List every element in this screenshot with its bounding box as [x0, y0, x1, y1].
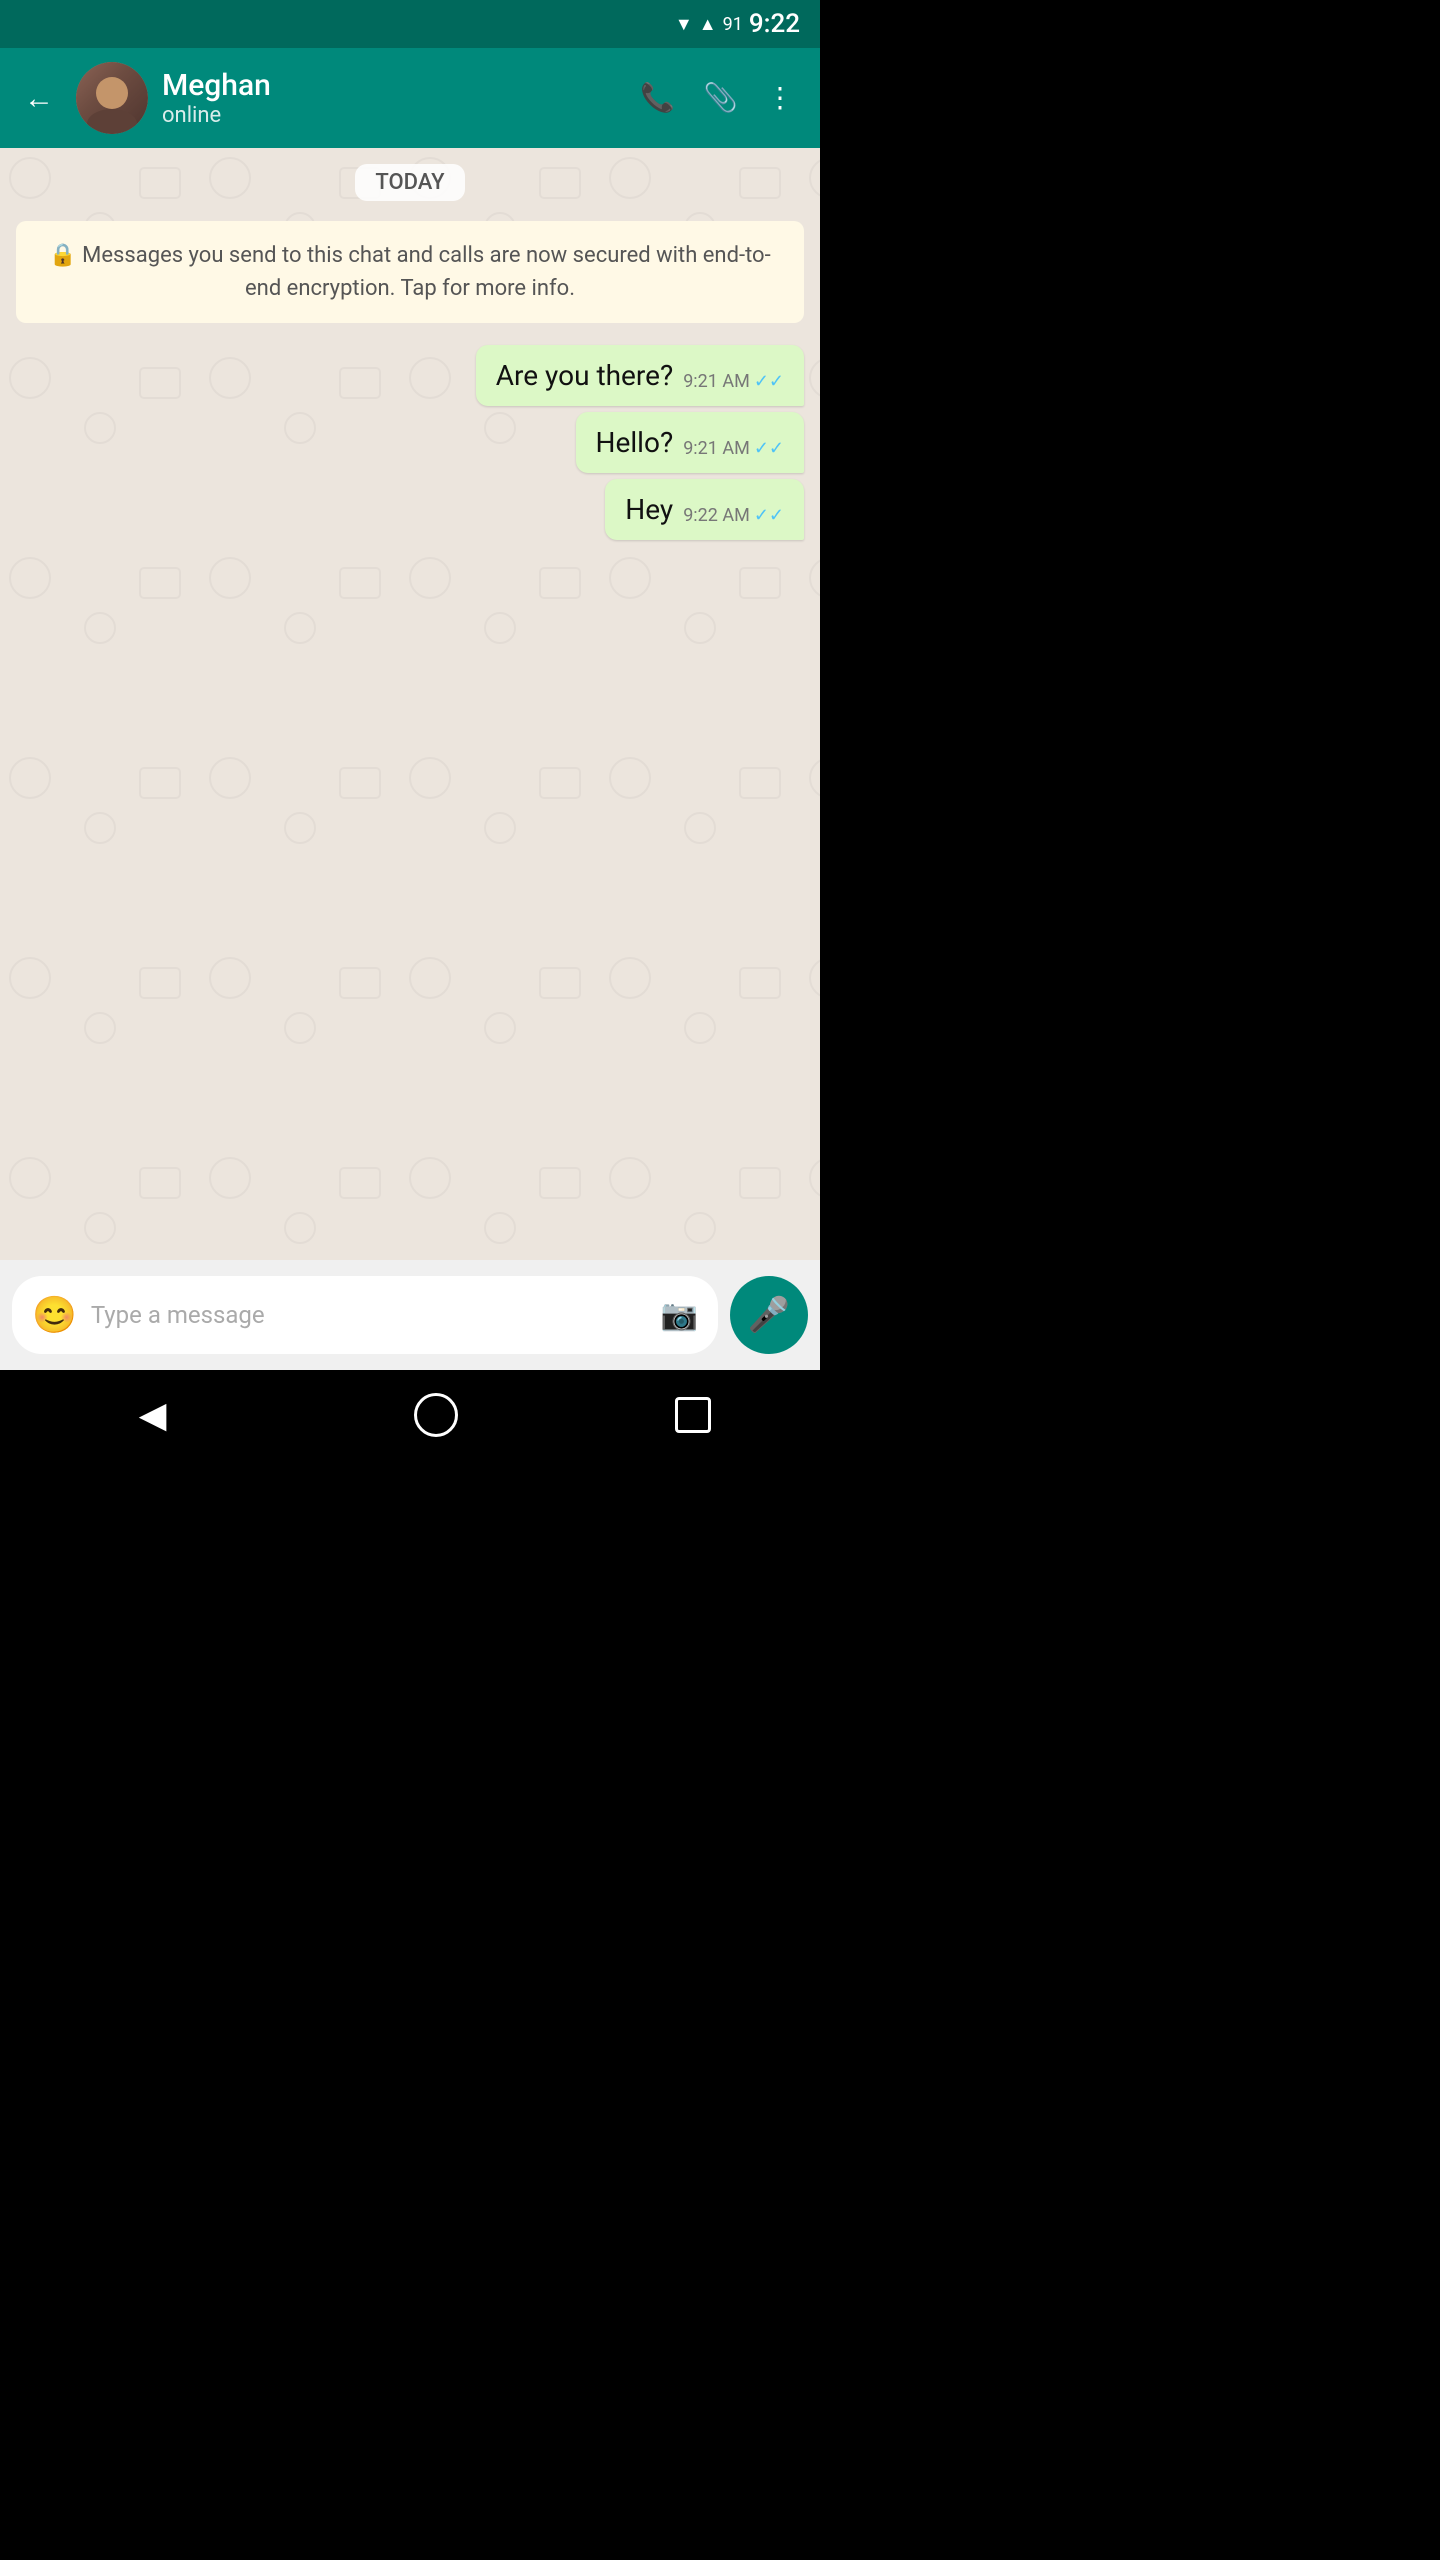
chat-area: TODAY 🔒 Messages you send to this chat a…: [0, 148, 820, 1260]
message-time: 9:21 AM: [683, 438, 750, 459]
mic-button[interactable]: 🎤: [730, 1276, 808, 1354]
status-icons: ▼ ▲ 91 9:22: [675, 9, 800, 39]
input-bar: 😊 Type a message 📷 🎤: [0, 1260, 820, 1370]
input-field[interactable]: 😊 Type a message 📷: [12, 1276, 718, 1354]
message-bubble: Hello? 9:21 AM ✓✓: [576, 412, 804, 473]
chat-content: TODAY 🔒 Messages you send to this chat a…: [0, 148, 820, 1260]
message-bubble: Are you there? 9:21 AM ✓✓: [476, 345, 804, 406]
contact-status: online: [162, 103, 616, 128]
call-button[interactable]: 📞: [630, 74, 685, 122]
header-actions: 📞 📎 ⋮: [630, 74, 804, 122]
menu-button[interactable]: ⋮: [756, 74, 804, 122]
status-bar: ▼ ▲ 91 9:22: [0, 0, 820, 48]
nav-recents-button[interactable]: [675, 1397, 711, 1433]
nav-back-button[interactable]: ◀: [109, 1384, 197, 1446]
attach-button[interactable]: 📎: [693, 74, 748, 122]
message-meta: 9:22 AM ✓✓: [683, 505, 784, 526]
read-tick: ✓✓: [754, 438, 784, 459]
read-tick: ✓✓: [754, 371, 784, 392]
messages-container: Are you there? 9:21 AM ✓✓ Hello? 9:21 AM…: [16, 345, 804, 540]
message-text: Hey: [625, 493, 673, 526]
message-text: Are you there?: [496, 359, 673, 392]
camera-button[interactable]: 📷: [661, 1298, 698, 1333]
message-meta: 9:21 AM ✓✓: [683, 438, 784, 459]
message-meta: 9:21 AM ✓✓: [683, 371, 784, 392]
contact-info[interactable]: Meghan online: [162, 68, 616, 128]
read-tick: ✓✓: [754, 505, 784, 526]
message-time: 9:22 AM: [683, 505, 750, 526]
emoji-button[interactable]: 😊: [32, 1294, 77, 1336]
mic-icon: 🎤: [748, 1295, 790, 1335]
nav-home-button[interactable]: [414, 1393, 458, 1437]
battery-level: 91: [723, 14, 743, 35]
wifi-icon: ▼: [675, 14, 693, 35]
status-time: 9:22: [749, 9, 800, 39]
message-bubble: Hey 9:22 AM ✓✓: [605, 479, 804, 540]
chat-header: ← Meghan online 📞 📎 ⋮: [0, 48, 820, 148]
back-button[interactable]: ←: [16, 73, 62, 124]
nav-bar: ◀: [0, 1370, 820, 1460]
message-input[interactable]: Type a message: [91, 1301, 647, 1329]
date-badge: TODAY: [355, 164, 464, 201]
message-text: Hello?: [596, 426, 674, 459]
contact-name: Meghan: [162, 68, 616, 103]
signal-icon: ▲: [699, 14, 717, 35]
contact-avatar[interactable]: [76, 62, 148, 134]
encryption-notice[interactable]: 🔒 Messages you send to this chat and cal…: [16, 221, 804, 323]
message-time: 9:21 AM: [683, 371, 750, 392]
